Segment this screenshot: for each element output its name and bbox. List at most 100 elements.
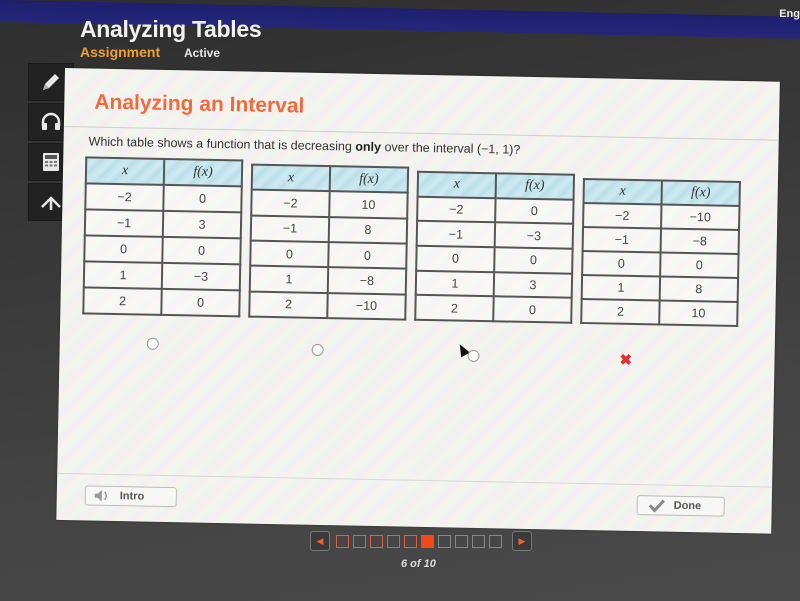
- cell-fx: 0: [494, 247, 573, 274]
- column-header-x: x: [85, 157, 165, 185]
- cell-x: 2: [83, 287, 162, 315]
- radio-option-2[interactable]: [311, 343, 324, 357]
- checkmark-icon: [648, 499, 665, 513]
- table-row: 1 −8: [249, 265, 407, 295]
- cell-fx: 10: [659, 300, 738, 326]
- question-emphasis: only: [355, 139, 382, 155]
- cell-x: −2: [583, 202, 662, 229]
- cell-fx: −3: [494, 222, 574, 249]
- cell-fx: −10: [661, 204, 740, 230]
- value-table-2: x f(x) −2 10 −1 8 00 1 −8 2 −10: [248, 163, 410, 321]
- question-pager: ◀ ▶: [304, 531, 538, 551]
- headphones-icon: [41, 112, 61, 130]
- arrow-up-icon: [41, 196, 61, 210]
- column-header-x: x: [417, 171, 497, 198]
- cell-x: −1: [416, 221, 496, 248]
- pencil-icon: [43, 74, 59, 90]
- question-text-end: over the interval (−1, 1)?: [380, 140, 521, 157]
- page-indicator-5[interactable]: [404, 534, 417, 548]
- cell-x: 1: [415, 270, 495, 297]
- table-row: −2 10: [251, 189, 408, 219]
- language-indicator[interactable]: Eng: [779, 8, 800, 20]
- app-title: Analyzing Tables: [80, 16, 262, 42]
- intro-button[interactable]: Intro: [84, 485, 177, 508]
- table-row: 1 −3: [83, 261, 241, 291]
- page-indicator-10[interactable]: [489, 534, 502, 548]
- page-indicator-8[interactable]: [455, 534, 468, 548]
- calculator-icon: [43, 153, 59, 171]
- speaker-icon: [94, 489, 108, 502]
- cell-fx: 0: [495, 197, 574, 225]
- cell-x: 0: [250, 240, 329, 268]
- incorrect-x-icon: ✖: [619, 351, 633, 369]
- next-question-button[interactable]: ▶: [512, 531, 532, 551]
- cell-x: 0: [416, 245, 495, 272]
- page-indicator-9[interactable]: [472, 534, 485, 548]
- table-row: −1 8: [250, 215, 408, 244]
- column-header-fx: f(x): [163, 158, 243, 187]
- cell-x: 0: [582, 250, 661, 277]
- radio-option-3[interactable]: [467, 349, 480, 363]
- cell-x: −1: [582, 226, 662, 253]
- cell-fx: 8: [328, 216, 408, 244]
- cell-x: 1: [249, 265, 329, 293]
- cell-x: 2: [249, 291, 328, 319]
- radio-option-1[interactable]: [146, 337, 159, 350]
- table-row: −2 0: [85, 183, 242, 213]
- assignment-label: Assignment: [80, 44, 161, 60]
- cell-x: −1: [84, 209, 164, 237]
- page-indicator-7[interactable]: [438, 534, 451, 548]
- column-header-fx: f(x): [329, 166, 409, 193]
- page-indicator-4[interactable]: [387, 534, 400, 548]
- table-row: 00: [250, 240, 407, 269]
- cell-fx: 0: [328, 242, 407, 269]
- column-header-x: x: [251, 164, 331, 192]
- table-row: 2 10: [581, 298, 738, 326]
- page-indicator-3[interactable]: [370, 534, 383, 548]
- cell-fx: 0: [163, 184, 242, 213]
- table-row: −1 3: [84, 209, 242, 239]
- table-row: −1 −3: [416, 221, 574, 249]
- intro-label: Intro: [119, 490, 145, 503]
- table-row: 00: [582, 250, 739, 278]
- table-header-row: x f(x): [85, 157, 243, 187]
- cell-x: 0: [84, 235, 163, 263]
- cell-x: 1: [83, 261, 163, 289]
- cell-fx: 10: [329, 191, 408, 219]
- column-header-fx: f(x): [495, 173, 575, 200]
- value-table-1: x f(x) −2 0 −1 3 00 1 −3 20: [82, 156, 244, 318]
- cell-fx: −8: [327, 267, 407, 295]
- cell-fx: 3: [493, 271, 573, 299]
- cell-x: 1: [581, 274, 661, 301]
- lesson-card: Analyzing an Interval Which table shows …: [56, 68, 780, 534]
- cell-x: −2: [251, 189, 330, 217]
- question-text: Which table shows a function that is dec…: [88, 134, 520, 156]
- cell-x: −1: [250, 215, 330, 243]
- cell-fx: 0: [493, 296, 572, 323]
- cell-fx: 0: [161, 288, 240, 317]
- table-header-row: x f(x): [583, 178, 740, 206]
- app-subtitle: Assignment Active: [80, 44, 220, 60]
- table-row: 00: [84, 235, 241, 265]
- cell-fx: −10: [327, 292, 406, 320]
- cell-x: 2: [581, 298, 660, 325]
- done-label: Done: [673, 499, 702, 513]
- table-row: −1 −8: [582, 226, 740, 254]
- table-row: −2 −10: [583, 202, 740, 230]
- table-header-row: x f(x): [417, 171, 575, 200]
- column-header-x: x: [583, 178, 662, 205]
- done-button[interactable]: Done: [636, 495, 725, 517]
- lesson-title: Analyzing an Interval: [94, 90, 305, 118]
- cell-fx: −8: [660, 228, 740, 254]
- cell-fx: 8: [659, 276, 739, 302]
- table-row: 18: [581, 274, 739, 302]
- page-indicator-1[interactable]: [336, 534, 349, 548]
- table-row: 20: [415, 295, 572, 323]
- cell-fx: 0: [660, 252, 739, 278]
- previous-question-button[interactable]: ◀: [310, 531, 330, 551]
- value-table-3: x f(x) −2 0 −1 −3 00 13 20: [414, 170, 576, 324]
- page-indicator-6[interactable]: [421, 534, 434, 548]
- arrow-right-icon: ▶: [518, 535, 526, 546]
- page-indicator-2[interactable]: [353, 534, 366, 548]
- cell-fx: 3: [162, 210, 242, 239]
